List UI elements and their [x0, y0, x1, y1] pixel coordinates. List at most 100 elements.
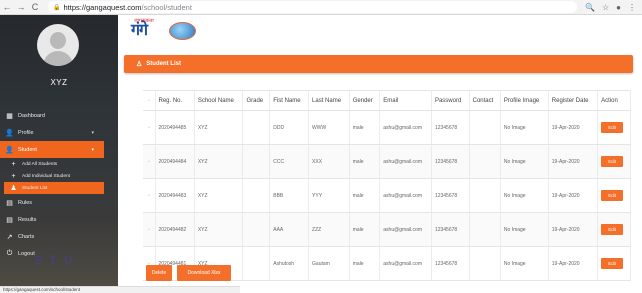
delete-button[interactable]: Delete	[146, 265, 172, 281]
user-icon: 👤	[5, 146, 14, 154]
sidebar-item-dashboard[interactable]: ▦ Dashboard	[0, 107, 118, 124]
sidebar-item-results[interactable]: ▤ Results	[0, 211, 118, 228]
user-icon: ♟	[10, 185, 17, 192]
table-cell: XYZ	[194, 178, 244, 213]
download-xlsx-button[interactable]: Download Xlsx	[177, 265, 231, 281]
row-checkbox[interactable]: ▫	[143, 144, 156, 179]
sidebar-item-charts[interactable]: ↗ Charts	[0, 228, 118, 245]
row-checkbox[interactable]: ▫	[143, 178, 156, 213]
table-cell: 19-Apr-2020	[548, 110, 599, 145]
table-cell: 19-Apr-2020	[548, 246, 599, 281]
table-cell: No Image	[500, 246, 549, 281]
edit-button[interactable]: Edit	[601, 156, 624, 167]
edit-button[interactable]: Edit	[601, 122, 624, 133]
sidebar-item-student-list[interactable]: ♟ Student List	[4, 182, 104, 194]
action-cell: Edit	[597, 110, 631, 145]
table-cell: XYZ	[194, 144, 244, 179]
edit-button[interactable]: Edit	[601, 190, 624, 201]
table-cell	[242, 178, 271, 213]
sidebar-item-label: Charts	[18, 233, 35, 240]
table-cell: ashu@gmail.com	[379, 178, 432, 213]
table-cell: ashu@gmail.com	[379, 144, 432, 179]
row-checkbox[interactable]: ▫	[143, 110, 156, 145]
table-cell: 2020494483	[155, 178, 195, 213]
sidebar-item-label: Add All Students	[22, 161, 58, 167]
table-cell: No Image	[500, 212, 549, 247]
student-table: ▫ Reg. No. School Name Grade Fist Name L…	[143, 90, 631, 281]
menu-icon[interactable]: ⋮	[628, 3, 636, 12]
table-cell: 12345678	[431, 212, 470, 247]
logout-icon: ⏻	[6, 249, 13, 257]
user-icon: 👤	[5, 129, 14, 137]
sidebar-item-add-all-students[interactable]: + Add All Students	[4, 158, 118, 170]
browser-toolbar: ← → C 🔒 https://gangaquest.com /school/s…	[0, 0, 642, 15]
sidebar-item-add-individual-student[interactable]: + Add Individual Student	[4, 170, 118, 182]
table-cell: Gautam	[308, 246, 350, 281]
account-icon[interactable]: ●	[616, 3, 621, 12]
avatar	[37, 24, 79, 66]
table-cell: XYZ	[194, 212, 244, 247]
column-header: School Name	[194, 90, 244, 111]
table-cell	[242, 212, 271, 247]
table-row: ▫ 2020494482 XYZ AAA ZZZ male ashu@gmail.com 12…	[143, 212, 631, 247]
star-icon[interactable]: ☆	[602, 3, 609, 12]
table-cell	[242, 246, 271, 281]
table-cell: 2020494484	[155, 144, 195, 179]
edit-button[interactable]: Edit	[601, 258, 624, 269]
column-header: Password	[431, 90, 470, 111]
table-cell: 12345678	[431, 144, 470, 179]
table-cell: DDD	[269, 110, 310, 145]
add-users-icon: +	[11, 160, 16, 168]
status-bar: https://gangaquest.com/school/student	[0, 286, 240, 293]
sidebar-item-rules[interactable]: ▤ Rules	[0, 194, 118, 211]
table-cell: male	[349, 246, 381, 281]
column-header: Email	[379, 90, 432, 111]
table-cell: male	[349, 212, 381, 247]
forward-icon[interactable]: →	[14, 2, 28, 12]
edit-button[interactable]: Edit	[601, 224, 624, 235]
chart-icon: ↗	[6, 233, 13, 241]
url-path: /school/student	[141, 2, 192, 12]
table-cell: No Image	[500, 178, 549, 213]
table-cell: CCC	[269, 144, 310, 179]
column-header: Reg. No.	[155, 90, 195, 111]
row-checkbox[interactable]: ▫	[143, 212, 156, 247]
add-user-icon: +	[11, 172, 16, 180]
table-row: ▫ 2020494485 XYZ DDD WWW male ashu@gmail.com 12…	[143, 110, 631, 145]
sidebar-item-student[interactable]: 👤 Student ▾	[0, 141, 104, 158]
student-submenu: + Add All Students + Add Individual Stud…	[0, 158, 118, 194]
action-cell: Edit	[597, 144, 631, 179]
chevron-down-icon: ▾	[91, 129, 94, 136]
table-cell: ashu@gmail.com	[379, 110, 432, 145]
reload-icon[interactable]: C	[28, 2, 42, 12]
column-header: Profile Image	[500, 90, 549, 111]
dashboard-icon: ▦	[6, 112, 13, 120]
table-cell: 19-Apr-2020	[548, 212, 599, 247]
logo-subtext: जागरूकता	[134, 18, 154, 24]
sidebar-item-label: Student List	[22, 185, 48, 191]
column-header: Grade	[242, 90, 271, 111]
table-cell: ZZZ	[308, 212, 350, 247]
sidebar: XYZ ▦ Dashboard 👤 Profile ▾ 👤 Student ▾ …	[0, 15, 118, 286]
user-icon: ♙	[136, 61, 143, 68]
search-icon[interactable]: 🔍	[585, 3, 595, 12]
sidebar-item-label: Student	[18, 146, 37, 153]
table-row: ▫ 2020494483 XYZ BBB YYY male ashu@gmail.com 12…	[143, 178, 631, 213]
table-cell: 12345678	[431, 246, 470, 281]
address-bar[interactable]: 🔒 https://gangaquest.com /school/student	[48, 1, 578, 13]
table-cell: male	[349, 178, 381, 213]
back-icon[interactable]: ←	[0, 2, 14, 12]
sidebar-item-profile[interactable]: 👤 Profile ▾	[0, 124, 118, 141]
action-cell: Edit	[597, 212, 631, 247]
table-cell: XYZ	[194, 110, 244, 145]
avatar-body	[43, 51, 73, 66]
select-all-checkbox[interactable]: ▫	[143, 90, 156, 111]
column-header: Gender	[349, 90, 381, 111]
table-cell: ashu@gmail.com	[379, 212, 432, 247]
column-header: Fist Name	[269, 90, 310, 111]
table-cell	[469, 178, 501, 213]
avatar-head	[50, 32, 66, 49]
rules-icon: ▤	[6, 199, 13, 207]
table-cell: BBB	[269, 178, 310, 213]
sidebar-menu: ▦ Dashboard 👤 Profile ▾ 👤 Student ▾ + Ad…	[0, 107, 118, 262]
